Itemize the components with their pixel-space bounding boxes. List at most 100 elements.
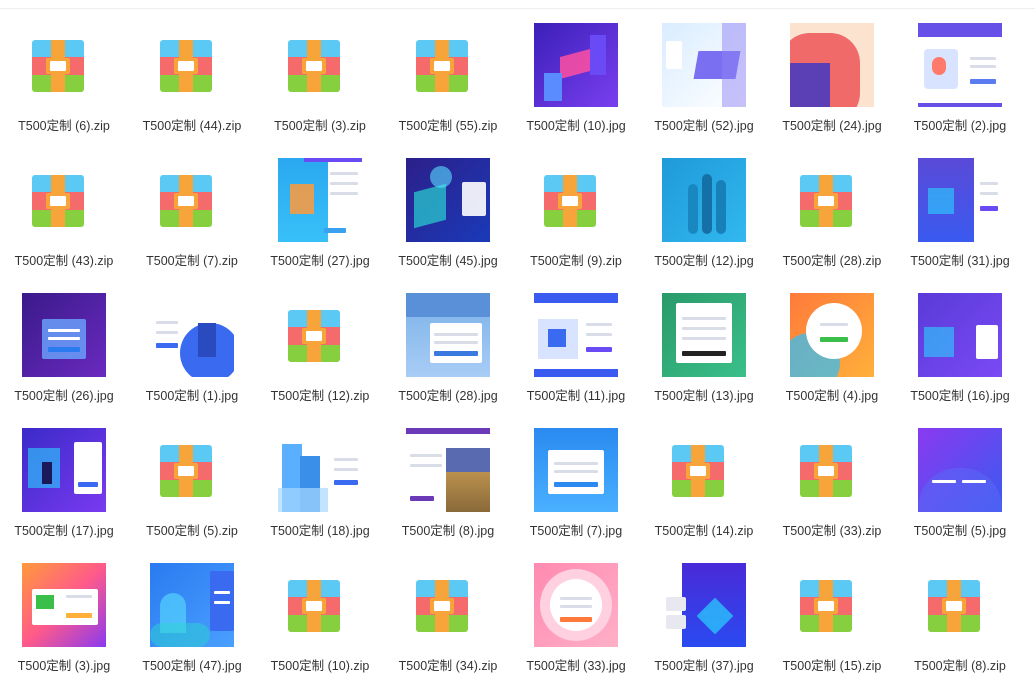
file-name-label: T500定制 (8).zip: [914, 659, 1006, 673]
image-thumbnail: [534, 563, 618, 647]
zip-archive-icon: [800, 580, 852, 632]
file-name-label: T500定制 (7).zip: [146, 254, 238, 268]
file-item-zip[interactable]: T500定制 (43).zip: [0, 155, 128, 290]
image-thumbnail: [150, 563, 234, 647]
image-thumbnail: [918, 23, 1002, 107]
file-name-label: T500定制 (27).jpg: [270, 254, 370, 268]
file-item-image[interactable]: T500定制 (10).jpg: [512, 20, 640, 155]
file-item-image[interactable]: T500定制 (8).jpg: [384, 425, 512, 560]
file-item-zip[interactable]: T500定制 (12).zip: [256, 290, 384, 425]
file-icon: [278, 23, 362, 107]
file-name-label: T500定制 (11).jpg: [526, 389, 626, 403]
file-item-image[interactable]: T500定制 (13).jpg: [640, 290, 768, 425]
file-name-label: T500定制 (13).jpg: [654, 389, 754, 403]
file-item-image[interactable]: T500定制 (5).jpg: [896, 425, 1024, 560]
zip-archive-icon: [928, 580, 980, 632]
image-thumbnail: [662, 158, 746, 242]
file-item-image[interactable]: T500定制 (45).jpg: [384, 155, 512, 290]
image-thumbnail: [406, 428, 490, 512]
file-item-image[interactable]: T500定制 (47).jpg: [128, 560, 256, 681]
zip-archive-icon: [288, 310, 340, 362]
image-thumbnail: [790, 23, 874, 107]
file-icon: [150, 158, 234, 242]
file-icon: [150, 428, 234, 512]
file-name-label: T500定制 (37).jpg: [654, 659, 754, 673]
file-item-image[interactable]: T500定制 (31).jpg: [896, 155, 1024, 290]
file-item-image[interactable]: T500定制 (12).jpg: [640, 155, 768, 290]
file-item-zip[interactable]: T500定制 (10).zip: [256, 560, 384, 681]
file-item-image[interactable]: T500定制 (26).jpg: [0, 290, 128, 425]
file-name-label: T500定制 (3).zip: [274, 119, 366, 133]
file-item-zip[interactable]: T500定制 (44).zip: [128, 20, 256, 155]
file-item-image[interactable]: T500定制 (37).jpg: [640, 560, 768, 681]
file-item-zip[interactable]: T500定制 (28).zip: [768, 155, 896, 290]
zip-archive-icon: [800, 175, 852, 227]
file-name-label: T500定制 (8).jpg: [401, 524, 495, 538]
image-thumbnail: [278, 428, 362, 512]
file-name-label: T500定制 (31).jpg: [910, 254, 1010, 268]
file-icon: [406, 563, 490, 647]
image-thumbnail: [534, 428, 618, 512]
file-item-zip[interactable]: T500定制 (15).zip: [768, 560, 896, 681]
file-name-label: T500定制 (16).jpg: [910, 389, 1010, 403]
file-item-image[interactable]: T500定制 (1).jpg: [128, 290, 256, 425]
file-name-label: T500定制 (44).zip: [142, 119, 242, 133]
image-thumbnail: [662, 23, 746, 107]
image-thumbnail: [534, 293, 618, 377]
file-name-label: T500定制 (12).jpg: [654, 254, 754, 268]
file-name-label: T500定制 (33).zip: [782, 524, 882, 538]
file-item-zip[interactable]: T500定制 (14).zip: [640, 425, 768, 560]
zip-archive-icon: [160, 40, 212, 92]
file-item-image[interactable]: T500定制 (17).jpg: [0, 425, 128, 560]
file-name-label: T500定制 (18).jpg: [270, 524, 370, 538]
file-item-image[interactable]: T500定制 (24).jpg: [768, 20, 896, 155]
file-icon: [22, 23, 106, 107]
file-name-label: T500定制 (10).jpg: [526, 119, 626, 133]
file-name-label: T500定制 (47).jpg: [142, 659, 242, 673]
file-icon: [790, 428, 874, 512]
file-icon: [22, 158, 106, 242]
image-thumbnail: [790, 293, 874, 377]
file-icon: [790, 158, 874, 242]
file-icon: [278, 563, 362, 647]
file-item-image[interactable]: T500定制 (52).jpg: [640, 20, 768, 155]
zip-archive-icon: [32, 175, 84, 227]
file-icon: [278, 293, 362, 377]
file-item-zip[interactable]: T500定制 (3).zip: [256, 20, 384, 155]
zip-archive-icon: [288, 40, 340, 92]
file-name-label: T500定制 (10).zip: [270, 659, 370, 673]
image-thumbnail: [406, 158, 490, 242]
file-name-label: T500定制 (5).zip: [146, 524, 238, 538]
image-thumbnail: [662, 293, 746, 377]
file-name-label: T500定制 (12).zip: [270, 389, 370, 403]
file-name-label: T500定制 (34).zip: [398, 659, 498, 673]
file-item-zip[interactable]: T500定制 (9).zip: [512, 155, 640, 290]
file-item-image[interactable]: T500定制 (11).jpg: [512, 290, 640, 425]
file-item-image[interactable]: T500定制 (2).jpg: [896, 20, 1024, 155]
image-thumbnail: [918, 293, 1002, 377]
file-name-label: T500定制 (14).zip: [654, 524, 754, 538]
zip-archive-icon: [32, 40, 84, 92]
file-item-image[interactable]: T500定制 (18).jpg: [256, 425, 384, 560]
file-item-zip[interactable]: T500定制 (5).zip: [128, 425, 256, 560]
file-icon: [406, 23, 490, 107]
file-item-zip[interactable]: T500定制 (33).zip: [768, 425, 896, 560]
zip-archive-icon: [416, 580, 468, 632]
file-item-image[interactable]: T500定制 (7).jpg: [512, 425, 640, 560]
file-item-image[interactable]: T500定制 (27).jpg: [256, 155, 384, 290]
file-name-label: T500定制 (5).jpg: [913, 524, 1007, 538]
file-item-zip[interactable]: T500定制 (7).zip: [128, 155, 256, 290]
file-item-image[interactable]: T500定制 (4).jpg: [768, 290, 896, 425]
file-item-zip[interactable]: T500定制 (6).zip: [0, 20, 128, 155]
file-item-image[interactable]: T500定制 (16).jpg: [896, 290, 1024, 425]
file-item-zip[interactable]: T500定制 (34).zip: [384, 560, 512, 681]
file-item-zip[interactable]: T500定制 (55).zip: [384, 20, 512, 155]
file-item-image[interactable]: T500定制 (33).jpg: [512, 560, 640, 681]
image-thumbnail: [278, 158, 362, 242]
file-item-zip[interactable]: T500定制 (8).zip: [896, 560, 1024, 681]
zip-archive-icon: [288, 580, 340, 632]
file-name-label: T500定制 (28).jpg: [398, 389, 498, 403]
file-item-image[interactable]: T500定制 (28).jpg: [384, 290, 512, 425]
file-item-image[interactable]: T500定制 (3).jpg: [0, 560, 128, 681]
file-name-label: T500定制 (1).jpg: [145, 389, 239, 403]
